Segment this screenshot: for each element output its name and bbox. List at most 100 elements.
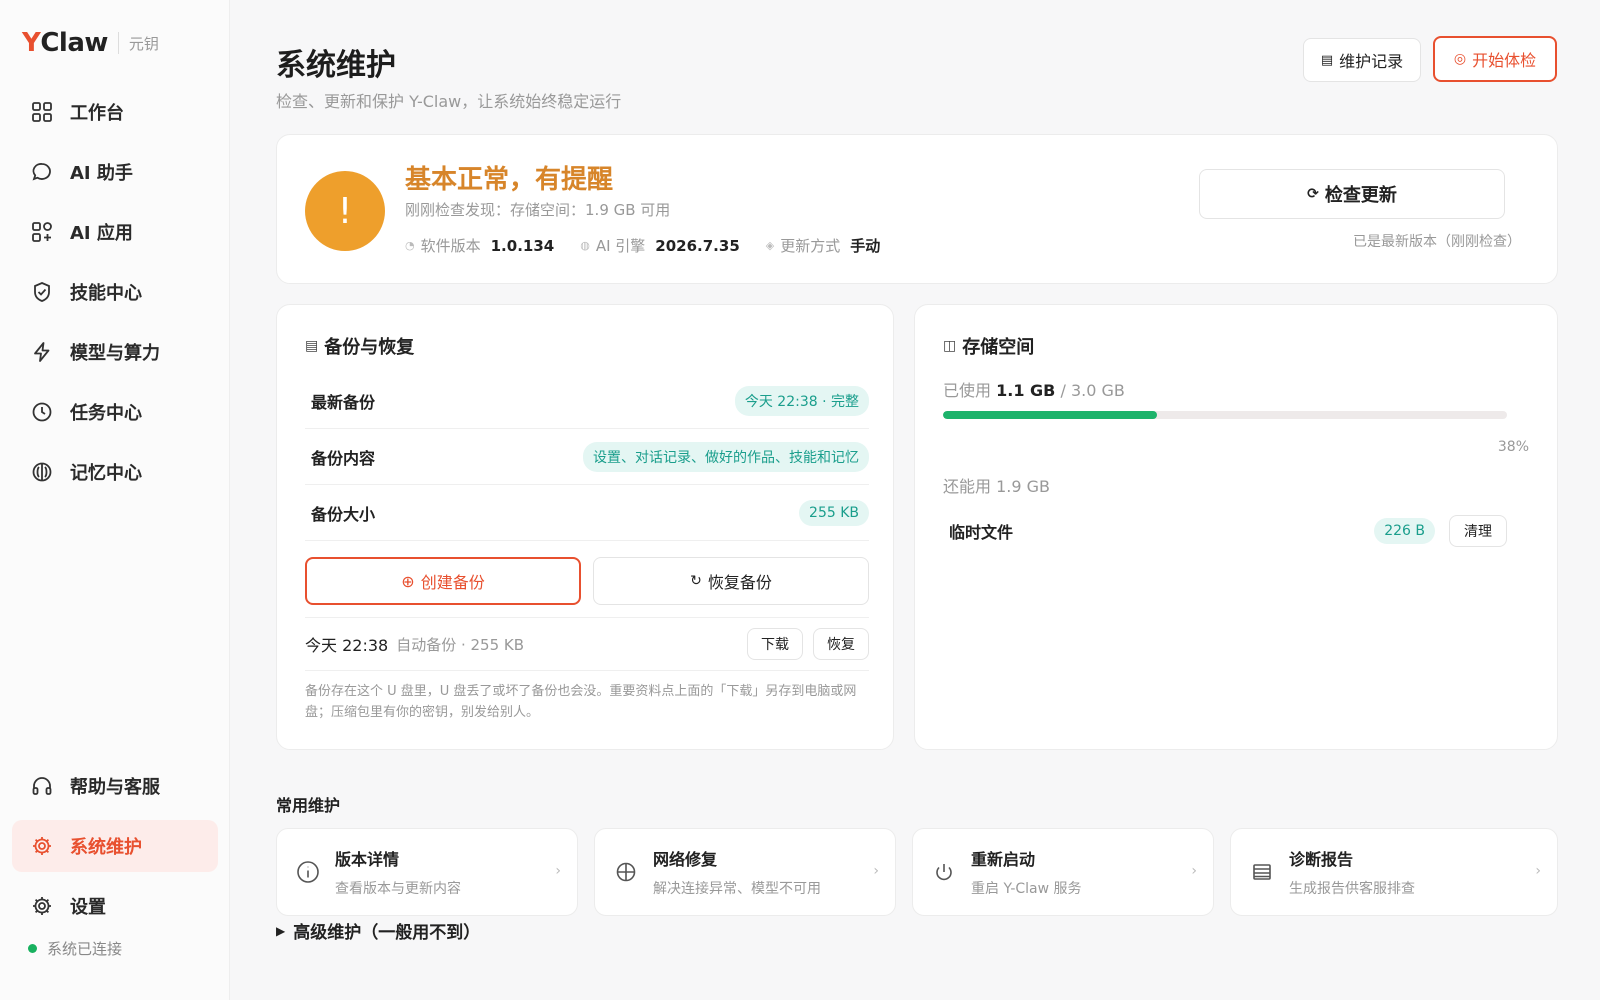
sidebar-item-settings[interactable]: 设置 — [12, 880, 218, 932]
brand-name: Claw — [40, 28, 108, 58]
storage-progress-fill — [943, 411, 1158, 419]
used-label: 已使用 — [943, 381, 992, 400]
temp-size-badge: 226 B — [1374, 518, 1435, 544]
storage-card: ◫ 存储空间 已使用 1.1 GB / 3.0 GB 38% 还能用 1.9 G… — [914, 304, 1558, 750]
lightning-icon — [30, 340, 54, 364]
storage-percent: 38% — [1497, 439, 1529, 455]
history-desc: 自动备份 · 255 KB — [396, 635, 525, 654]
maintenance-records-button[interactable]: ▤ 维护记录 — [1303, 38, 1421, 82]
update-hint: 已是最新版本（刚刚检查） — [1353, 234, 1521, 250]
sidebar-item-ai-assistant[interactable]: AI 助手 — [12, 146, 218, 198]
row-value-badge: 255 KB — [799, 499, 869, 526]
storage-progress-bar — [943, 411, 1507, 419]
card-title-text: 备份与恢复 — [324, 337, 415, 358]
tool-subtitle: 查看版本与更新内容 — [335, 881, 461, 897]
diamond-icon: ◈ — [765, 239, 775, 252]
sidebar-item-models[interactable]: 模型与算力 — [12, 326, 218, 378]
meta-label: 软件版本 — [420, 237, 481, 255]
restore-history-button[interactable]: 恢复 — [813, 628, 869, 660]
plus-circle-icon: ⊕ — [401, 571, 415, 591]
start-checkup-button[interactable]: ◎ 开始体检 — [1433, 36, 1557, 82]
restore-icon: ↻ — [690, 573, 702, 589]
meta-value: 1.0.134 — [490, 236, 555, 255]
restore-backup-button[interactable]: ↻ 恢复备份 — [593, 557, 869, 605]
meta-label: 更新方式 — [780, 237, 841, 255]
brand-subtitle: 元钥 — [128, 34, 159, 53]
tool-subtitle: 重启 Y-Claw 服务 — [971, 881, 1082, 897]
tool-restart[interactable]: 重新启动 重启 Y-Claw 服务 › — [912, 828, 1214, 916]
gear-icon — [30, 894, 54, 918]
grid-icon — [30, 100, 54, 124]
page-title: 系统维护 — [276, 48, 396, 83]
temp-label: 临时文件 — [949, 523, 1014, 542]
globe-icon — [613, 859, 639, 885]
create-backup-button[interactable]: ⊕ 创建备份 — [305, 557, 581, 605]
backup-title: ▤ 备份与恢复 — [305, 333, 414, 359]
info-icon — [295, 859, 321, 885]
row-value-badge: 设置、对话记录、做好的作品、技能和记忆 — [583, 441, 869, 472]
backup-row-size: 备份大小 255 KB — [305, 485, 869, 541]
sidebar-item-help[interactable]: 帮助与客服 — [12, 760, 218, 812]
power-icon — [931, 859, 957, 885]
backup-history-row: 今天 22:38 自动备份 · 255 KB 下载 恢复 — [305, 617, 869, 671]
sidebar-item-tasks[interactable]: 任务中心 — [12, 386, 218, 438]
tool-title: 网络修复 — [653, 850, 718, 869]
backup-row-latest: 最新备份 今天 22:38 · 完整 — [305, 373, 869, 429]
archive-icon: ▤ — [305, 338, 319, 354]
list-icon: ▤ — [1320, 52, 1334, 68]
tool-diagnostic-report[interactable]: 诊断报告 生成报告供客服排查 › — [1230, 828, 1558, 916]
headset-icon — [30, 774, 54, 798]
sidebar-item-label: 工作台 — [70, 103, 124, 124]
used-value: 1.1 GB — [996, 381, 1056, 400]
status-meta: ◔ 软件版本 1.0.134 ◍ AI 引擎 2026.7.35 ◈ 更新方式 … — [405, 235, 906, 256]
advanced-maintenance-toggle[interactable]: ▶ 高级维护（一般用不到） — [276, 918, 480, 943]
memory-icon — [30, 460, 54, 484]
sidebar-item-workbench[interactable]: 工作台 — [12, 86, 218, 138]
create-label: 创建备份 — [420, 573, 485, 592]
engine-icon: ◍ — [580, 239, 590, 252]
sidebar-item-skills[interactable]: 技能中心 — [12, 266, 218, 318]
brand-logo: Y Claw 元钥 — [22, 28, 159, 58]
sidebar-item-label: 设置 — [70, 897, 106, 918]
backup-card: ▤ 备份与恢复 最新备份 今天 22:38 · 完整 备份内容 设置、对话记录、… — [276, 304, 894, 750]
row-value-badge: 今天 22:38 · 完整 — [734, 385, 869, 416]
tool-text: 重新启动 重启 Y-Claw 服务 — [971, 846, 1082, 898]
sidebar-item-label: 记忆中心 — [70, 463, 142, 484]
tool-network-repair[interactable]: 网络修复 解决连接异常、模型不可用 › — [594, 828, 896, 916]
sidebar-nav: 工作台 AI 助手 AI 应用 技能中心 模型与算力 任务中心 记忆中心 — [12, 86, 218, 506]
warning-icon: ! — [305, 171, 385, 251]
meta-ai-engine: ◍ AI 引擎 2026.7.35 — [580, 235, 740, 256]
meta-update-mode: ◈ 更新方式 手动 — [766, 235, 881, 256]
storage-remaining: 还能用 1.9 GB — [943, 477, 1050, 496]
checkup-label: 开始体检 — [1472, 51, 1537, 70]
row-label: 最新备份 — [311, 392, 376, 412]
main-content: 系统维护 检查、更新和保护 Y-Claw，让系统始终稳定运行 ▤ 维护记录 ◎ … — [230, 0, 1600, 1000]
sidebar-item-label: 系统维护 — [70, 837, 142, 858]
sidebar-item-ai-apps[interactable]: AI 应用 — [12, 206, 218, 258]
meta-label: AI 引擎 — [595, 237, 646, 255]
check-update-button[interactable]: ⟳ 检查更新 — [1199, 169, 1505, 219]
storage-icon: ◫ — [943, 338, 957, 354]
connection-text: 系统已连接 — [47, 940, 123, 958]
row-label: 备份内容 — [311, 448, 376, 468]
sidebar-item-maintenance[interactable]: 系统维护 — [12, 820, 218, 872]
gear-icon — [30, 834, 54, 858]
sidebar-item-memory[interactable]: 记忆中心 — [12, 446, 218, 498]
storage-title: ◫ 存储空间 — [943, 333, 1034, 359]
status-description: 刚刚检查发现：存储空间：1.9 GB 可用 — [405, 201, 671, 219]
tool-title: 诊断报告 — [1289, 850, 1354, 869]
sidebar-item-label: AI 应用 — [70, 223, 133, 244]
tool-title: 版本详情 — [335, 850, 400, 869]
status-dot-icon — [28, 944, 37, 953]
card-title-text: 存储空间 — [962, 337, 1035, 358]
brand-divider — [117, 32, 119, 54]
backup-row-content: 备份内容 设置、对话记录、做好的作品、技能和记忆 — [305, 429, 869, 485]
update-label: 检查更新 — [1324, 185, 1397, 206]
download-button[interactable]: 下载 — [747, 628, 803, 660]
sidebar-item-label: 帮助与客服 — [70, 777, 160, 798]
tool-version-details[interactable]: 版本详情 查看版本与更新内容 › — [276, 828, 578, 916]
temp-files-row: 临时文件 226 B 清理 — [943, 513, 1507, 549]
clock-icon: ◔ — [405, 239, 415, 252]
chevron-right-icon: › — [1191, 863, 1197, 879]
clean-button[interactable]: 清理 — [1449, 515, 1507, 547]
